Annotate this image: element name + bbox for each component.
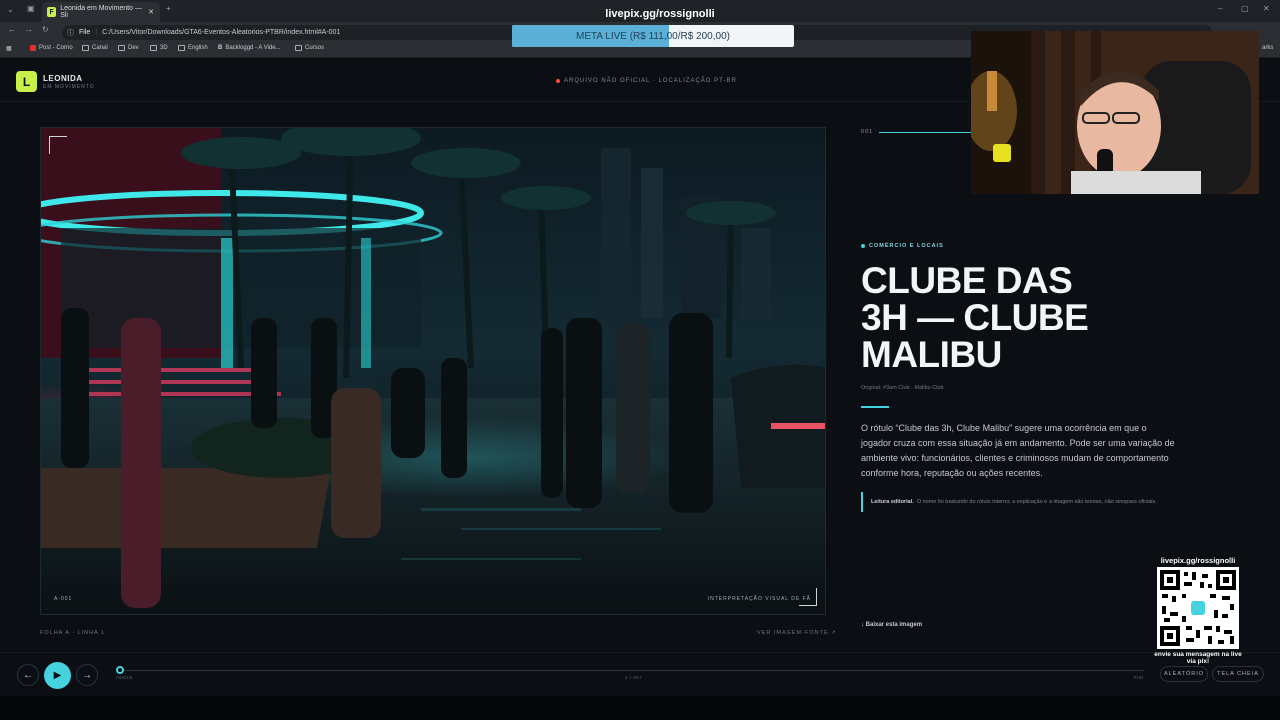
close-window-icon[interactable]: ✕ <box>1263 4 1270 13</box>
browser-tab[interactable]: F Leonida em Movimento — Sli ✕ <box>42 2 160 22</box>
back-icon[interactable]: ← <box>8 25 16 34</box>
progress-track[interactable] <box>120 670 1144 671</box>
youtube-icon <box>30 45 36 51</box>
fullscreen-button[interactable]: TELA CHEIA <box>1212 666 1264 682</box>
bookmark-item[interactable]: Canal <box>82 45 108 51</box>
tab-title: Leonida em Movimento — Sli <box>60 5 142 19</box>
tab-close-icon[interactable]: ✕ <box>148 8 154 16</box>
brand-name: LEONIDA <box>43 74 83 83</box>
note-text: O nome foi traduzido do rótulo interno; … <box>916 499 1157 505</box>
category-text: COMÉRCIO E LOCAIS <box>869 243 944 249</box>
archive-label: ARQUIVO NÃO OFICIAL · LOCALIZAÇÃO PT-BR <box>556 78 737 84</box>
entry-number-text: 001 <box>861 129 874 135</box>
qr-code-icon <box>1157 567 1239 649</box>
original-name: Original: #3am Club - Malibu Club <box>861 385 944 391</box>
start-label: INÍCIO <box>116 675 133 680</box>
bookmark-item[interactable]: B Backloggd - A Vide... <box>218 45 281 51</box>
folder-icon <box>150 45 157 51</box>
end-label: FIM <box>1134 675 1144 680</box>
bookmark-label: English <box>188 45 208 51</box>
download-link[interactable]: ↓ Baixar esta imagem <box>861 622 922 628</box>
next-button[interactable]: → <box>76 664 98 686</box>
scene-image[interactable]: A-001 INTERPRETAÇÃO VISUAL DE FÃ <box>40 127 826 615</box>
reload-icon[interactable]: ↻ <box>42 25 49 34</box>
accent-divider <box>861 406 889 408</box>
logo-icon[interactable]: L <box>16 71 37 92</box>
qr-title: livepix.gg/rossignolli <box>1160 556 1236 565</box>
all-bookmarks[interactable]: arks <box>1262 45 1273 51</box>
sheet-label: FOLHA A · LINHA 1 <box>40 630 105 636</box>
bookmark-item[interactable]: English <box>178 45 208 51</box>
entry-description: O rótulo “Clube das 3h, Clube Malibu” su… <box>861 423 1175 478</box>
folder-icon <box>178 45 185 51</box>
bookmark-item[interactable]: Cursos <box>295 45 324 51</box>
webcam-overlay <box>971 31 1259 194</box>
prev-button[interactable]: ← <box>17 664 39 686</box>
tab-favicon: F <box>47 7 57 17</box>
bookmark-label: Dev <box>128 45 139 51</box>
archive-text: ARQUIVO NÃO OFICIAL · LOCALIZAÇÃO PT-BR <box>564 78 737 84</box>
bookmark-item[interactable]: Dev <box>118 45 139 51</box>
bookmark-item[interactable]: Post - Corno <box>30 45 73 51</box>
entry-number: 001 <box>861 129 980 135</box>
webcam-feed-illustration <box>971 31 1259 194</box>
qr-caption: envie sua mensagem na live via pix! <box>1154 651 1242 665</box>
bookmark-label: 3D <box>160 45 168 51</box>
status-dot-icon <box>556 79 560 83</box>
title-line: MALIBU <box>861 334 1002 375</box>
slide-counter: 1 / 007 <box>625 675 643 680</box>
category-dot-icon <box>861 244 865 248</box>
bookmark-label: Post - Corno <box>39 45 73 51</box>
bookmark-label: Canal <box>92 45 108 51</box>
note-label: Leitura editorial. <box>871 499 914 505</box>
bookmark-label: Cursos <box>305 45 325 51</box>
slideshow-controls: ← ▶ → INÍCIO 1 / 007 FIM ALEATÓRIO TELA … <box>0 652 1280 696</box>
url-scheme: File <box>79 29 91 36</box>
backloggd-icon: B <box>218 45 223 51</box>
bookmark-label: Backloggd - A Vide... <box>225 45 281 51</box>
random-button[interactable]: ALEATÓRIO <box>1160 666 1208 682</box>
title-line: CLUBE DAS <box>861 260 1073 301</box>
pix-qr-overlay: livepix.gg/rossignolli envie sua mensage… <box>1154 556 1242 668</box>
new-tab-icon[interactable]: + <box>166 4 171 13</box>
bookmark-item[interactable]: 3D <box>150 45 168 51</box>
progress-knob[interactable] <box>116 666 124 674</box>
apps-icon[interactable]: ▦ <box>6 45 12 52</box>
info-icon: ⓘ <box>67 29 74 37</box>
view-source-link[interactable]: VER IMAGEM-FONTE ↗ <box>757 630 837 636</box>
folder-icon <box>295 45 302 51</box>
nightclub-scene-illustration <box>41 128 825 614</box>
forward-icon[interactable]: → <box>25 25 33 34</box>
folder-icon <box>118 45 125 51</box>
minimize-icon[interactable]: – <box>1218 4 1222 13</box>
frame-corner-top-left <box>49 136 67 154</box>
maximize-icon[interactable]: ▢ <box>1241 4 1249 13</box>
play-button[interactable]: ▶ <box>44 662 71 689</box>
number-rule <box>879 131 980 133</box>
tab-search-icon[interactable]: ⌄ <box>7 5 14 14</box>
title-line: 3H — CLUBE <box>861 297 1089 338</box>
url-text: C:/Users/Vitor/Downloads/GTA6-Eventos-Al… <box>102 29 341 36</box>
brand-subtitle: EM MOVIMENTO <box>43 84 95 90</box>
folder-icon <box>82 45 89 51</box>
category-label: COMÉRCIO E LOCAIS <box>861 243 944 249</box>
image-credit-tag: INTERPRETAÇÃO VISUAL DE FÃ <box>707 596 811 602</box>
image-id-tag: A-001 <box>54 596 73 602</box>
bottom-bar <box>0 696 1280 720</box>
tab-group-icon[interactable]: ▣ <box>27 4 35 13</box>
meta-live-progress: META LIVE (R$ 111,00/R$ 200,00) <box>512 25 794 47</box>
stream-url-overlay: livepix.gg/rossignolli <box>605 8 715 20</box>
editorial-note: Leitura editorial. O nome foi traduzido … <box>861 492 1181 512</box>
entry-title: CLUBE DAS 3H — CLUBE MALIBU <box>861 262 1161 373</box>
meta-live-text: META LIVE (R$ 111,00/R$ 200,00) <box>576 30 730 42</box>
